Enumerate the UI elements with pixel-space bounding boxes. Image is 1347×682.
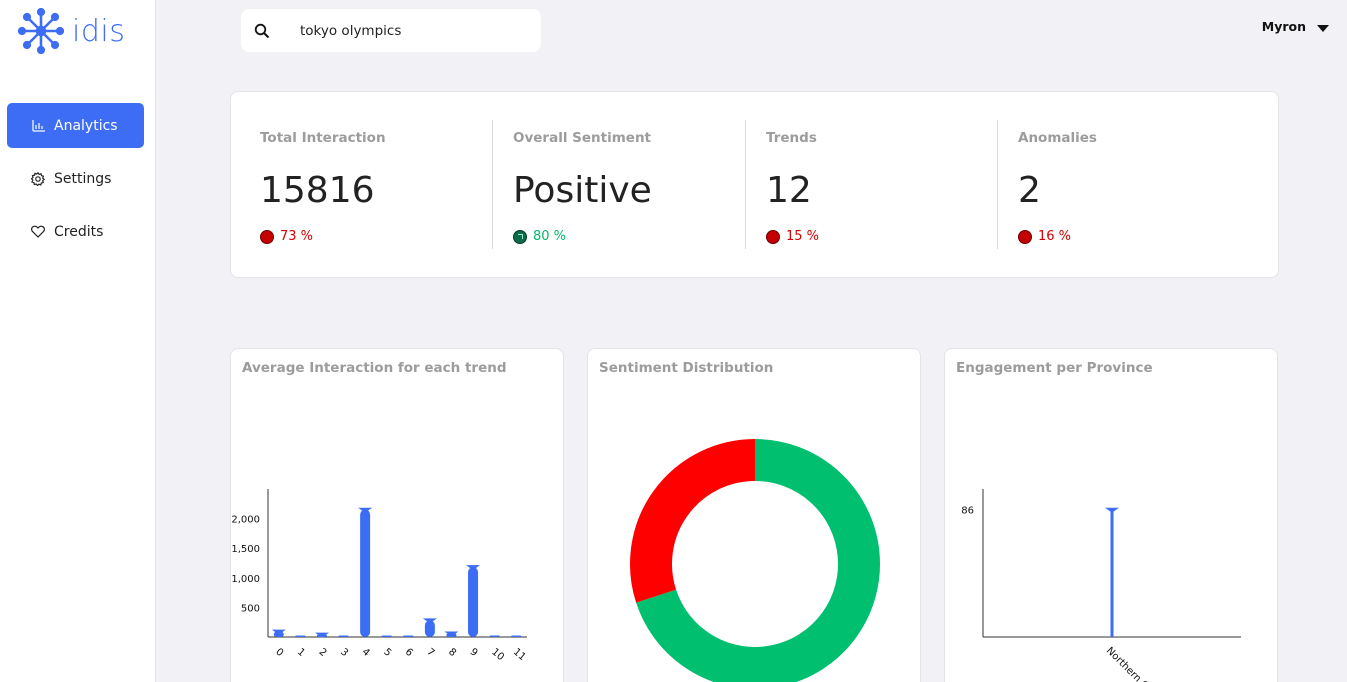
bar	[381, 635, 392, 637]
province-bar-chart: 86 Northern C...	[961, 489, 1241, 682]
stat-label: Anomalies	[1018, 130, 1097, 146]
bar	[403, 635, 414, 637]
stat-delta: 15 %	[766, 229, 819, 244]
stat-delta: 73 %	[260, 229, 313, 244]
sidebar-item-settings[interactable]: Settings	[7, 156, 144, 201]
bar-chart-icon	[31, 119, 45, 133]
trend-up-icon	[513, 229, 527, 244]
y-tick-label: 2,000	[231, 515, 260, 526]
x-tick-label: 2	[317, 647, 329, 660]
bar-cap	[466, 565, 481, 571]
stats-card: Total Interaction 15816 73 % Overall Sen…	[230, 91, 1279, 278]
stat-delta: 80 %	[513, 229, 566, 244]
heart-icon	[31, 225, 45, 239]
stat-label: Overall Sentiment	[513, 130, 652, 146]
stat-delta: 16 %	[1018, 229, 1071, 244]
bar	[295, 635, 306, 637]
search-bar	[241, 9, 541, 52]
sidebar-item-label: Credits	[54, 223, 104, 240]
y-tick-label: 1,000	[231, 574, 260, 585]
stat-delta-value: 16 %	[1038, 229, 1072, 244]
y-tick-label: 1,500	[231, 544, 260, 555]
stat-value: 15816	[260, 170, 375, 211]
x-tick-label: 1	[295, 647, 307, 660]
search-input[interactable]	[300, 22, 530, 39]
stat-label: Trends	[766, 130, 817, 146]
trend-down-icon	[1018, 229, 1032, 244]
sidebar-item-label: Analytics	[54, 117, 118, 134]
x-tick-label: 4	[360, 647, 372, 660]
trend-down-icon	[766, 229, 780, 244]
sentiment-donut-chart	[630, 439, 880, 682]
sidebar-item-label: Settings	[54, 170, 112, 187]
x-tick-label: 3	[338, 647, 350, 660]
x-tick-label: 0	[273, 647, 285, 660]
stat-label: Total Interaction	[260, 130, 386, 146]
stat-delta-value: 80 %	[533, 229, 567, 244]
user-menu[interactable]: Myron	[1262, 19, 1329, 34]
chart-card-province: Engagement per Province 86 Northern C...	[944, 348, 1278, 682]
chart-card-interaction: Average Interaction for each trend 500 1,…	[230, 348, 564, 682]
divider	[997, 120, 998, 249]
logo[interactable]: idis	[18, 8, 125, 54]
user-name: Myron	[1261, 19, 1306, 34]
bar	[338, 635, 349, 637]
stat-value: 2	[1018, 170, 1041, 211]
sidebar-item-analytics[interactable]: Analytics	[7, 103, 144, 148]
gear-icon	[31, 171, 45, 186]
divider	[492, 120, 493, 249]
stat-value: Positive	[513, 170, 652, 211]
x-tick-label: 6	[403, 647, 415, 660]
sidebar: idis Analytics Settings Credits	[0, 0, 156, 682]
stat-delta-value: 15 %	[786, 229, 820, 244]
interaction-bar-chart: 500 1,000 1,500 2,000 0 1 2 3 4 5 6 7 8 9 10 11	[231, 489, 528, 664]
starburst-network-icon	[18, 8, 64, 54]
logo-text: idis	[72, 13, 126, 49]
x-tick-label: 7	[424, 647, 436, 660]
y-tick-label: 86	[961, 506, 974, 517]
bar	[468, 567, 479, 637]
bar-cap	[422, 618, 437, 624]
stat-delta-value: 73 %	[280, 229, 314, 244]
divider	[745, 120, 746, 249]
x-tick-label: 8	[446, 647, 458, 660]
x-tick-label: Northern C...	[1104, 645, 1157, 682]
trend-down-icon	[260, 229, 274, 244]
chart-card-sentiment: Sentiment Distribution	[587, 348, 921, 682]
donut-slice	[630, 439, 756, 603]
bar	[511, 635, 522, 637]
bar	[1110, 509, 1114, 637]
search-icon[interactable]	[254, 23, 270, 39]
x-tick-label: 11	[511, 647, 528, 664]
bar-cap	[1105, 507, 1119, 513]
x-tick-label: 5	[381, 647, 393, 660]
bar	[360, 509, 371, 637]
bar-cap	[358, 507, 373, 513]
caret-down-icon[interactable]	[1317, 24, 1329, 32]
sidebar-item-credits[interactable]: Credits	[7, 209, 144, 254]
stat-value: 12	[766, 170, 812, 211]
x-tick-label: 10	[489, 647, 506, 664]
bar	[489, 635, 500, 637]
y-tick-label: 500	[241, 603, 260, 614]
x-tick-label: 9	[468, 647, 480, 660]
